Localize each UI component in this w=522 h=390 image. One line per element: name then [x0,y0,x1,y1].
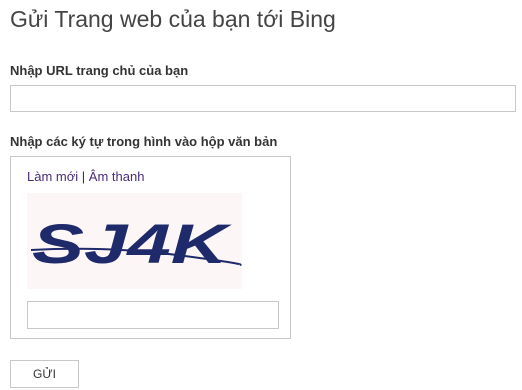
captcha-links: Làm mới | Âm thanh [27,169,144,184]
url-field-label: Nhập URL trang chủ của bạn [10,63,189,78]
captcha-input[interactable] [27,301,279,329]
captcha-glyphs: SJ4K [32,212,232,275]
url-input[interactable] [10,85,516,112]
captcha-image: SJ4K [27,193,242,289]
captcha-field-label: Nhập các ký tự trong hình vào hộp văn bả… [10,134,278,149]
submit-button[interactable]: GỬI [10,360,79,388]
captcha-audio-link[interactable]: Âm thanh [89,169,145,184]
captcha-refresh-link[interactable]: Làm mới [27,169,78,184]
captcha-image-graphic: SJ4K [30,212,242,275]
captcha-link-separator: | [81,169,86,184]
page-title: Gửi Trang web của bạn tới Bing [10,6,336,32]
captcha-panel: Làm mới | Âm thanh SJ4K [10,156,291,339]
